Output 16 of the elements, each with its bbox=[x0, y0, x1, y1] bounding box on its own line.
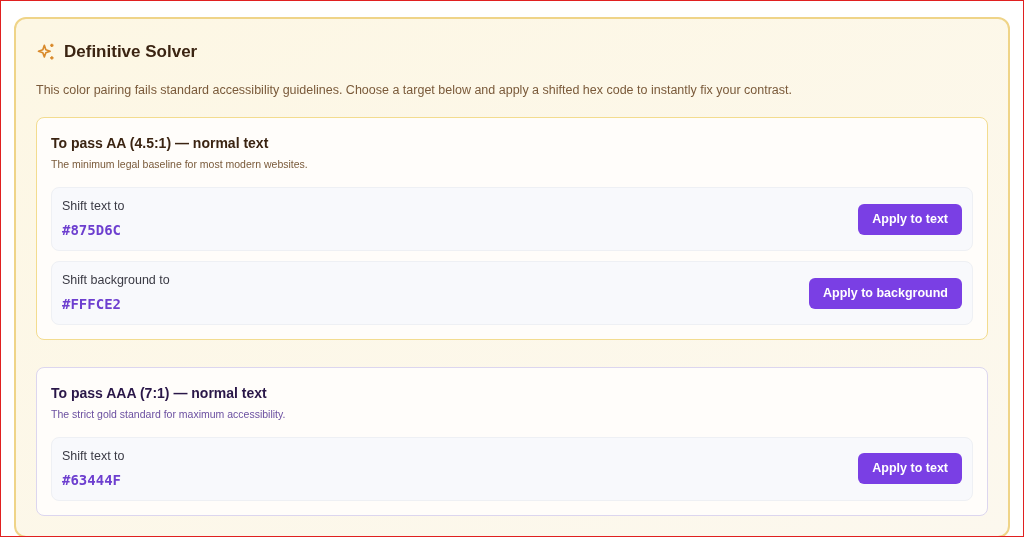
solver-description: This color pairing fails standard accessibility guidelines. Choose a target below and apply a shifted hex code to instantly fix your contrast. bbox=[36, 81, 793, 99]
hex-code: #63444F bbox=[62, 470, 122, 490]
sparkles-icon bbox=[36, 41, 56, 62]
option-label: Shift text to bbox=[62, 447, 125, 465]
option-label: Shift background to bbox=[62, 272, 170, 290]
target-title: To pass AAA (7:1) — normal text bbox=[51, 384, 268, 403]
option-label: Shift text to bbox=[62, 198, 125, 216]
apply-button[interactable]: Apply to background bbox=[809, 277, 962, 309]
solver-title: Definitive Solver bbox=[64, 41, 198, 63]
apply-button[interactable]: Apply to text bbox=[858, 203, 962, 235]
target-subtitle: The minimum legal baseline for most modern websites. bbox=[51, 157, 309, 173]
target-subtitle: The strict gold standard for maximum accessibility. bbox=[51, 407, 287, 422]
target-title: To pass AA (4.5:1) — normal text bbox=[51, 134, 270, 154]
hex-code: #875D6C bbox=[62, 220, 122, 240]
apply-button[interactable]: Apply to text bbox=[858, 453, 962, 485]
hex-code: #FFFCE2 bbox=[62, 294, 122, 314]
